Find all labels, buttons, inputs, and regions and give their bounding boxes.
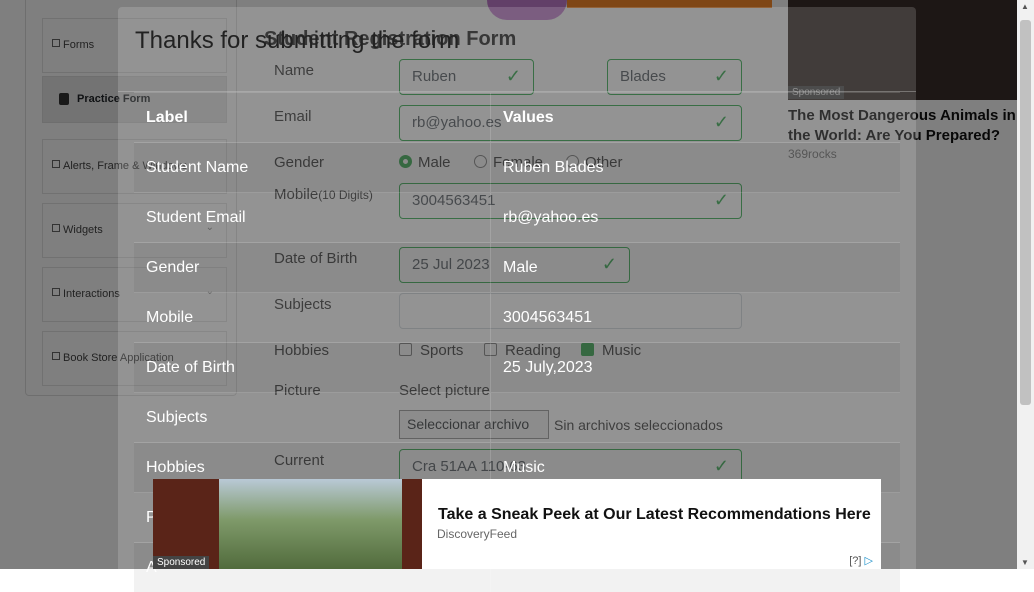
ad-bottom-banner[interactable]: Sponsored Take a Sneak Peek at Our Lates… xyxy=(153,479,881,569)
table-header-row: Label Values xyxy=(134,93,900,143)
row-label: Date of Birth xyxy=(134,343,491,393)
row-label: Subjects xyxy=(134,393,491,443)
column-header-values: Values xyxy=(491,93,901,143)
adchoices-icon[interactable]: [?] ▷ xyxy=(849,554,873,567)
page-scrollbar[interactable]: ▲ ▼ xyxy=(1017,0,1034,569)
scrollbar-thumb[interactable] xyxy=(1020,20,1031,405)
ad-bottom-source[interactable]: DiscoveryFeed xyxy=(437,527,517,541)
row-value: rb@yahoo.es xyxy=(491,193,901,243)
column-header-label: Label xyxy=(134,93,491,143)
row-value: Ruben Blades xyxy=(491,143,901,193)
modal-title: Thanks for submitting the form xyxy=(135,27,459,55)
adchoices-triangle-icon: ▷ xyxy=(865,555,873,567)
table-row: Gender Male xyxy=(134,243,900,293)
table-row: Student Email rb@yahoo.es xyxy=(134,193,900,243)
table-row: Subjects xyxy=(134,393,900,443)
row-label: Student Name xyxy=(134,143,491,193)
sponsored-badge: Sponsored xyxy=(153,556,209,569)
row-value xyxy=(491,393,901,443)
ad-bottom-headline[interactable]: Take a Sneak Peek at Our Latest Recommen… xyxy=(438,506,871,524)
scroll-up-icon[interactable]: ▲ xyxy=(1021,2,1029,11)
scroll-down-icon[interactable]: ▼ xyxy=(1021,558,1029,567)
table-row: Student Name Ruben Blades xyxy=(134,143,900,193)
row-value: Male xyxy=(491,243,901,293)
adchoices-label: [?] xyxy=(849,555,861,567)
modal-header: Thanks for submitting the form xyxy=(118,7,916,92)
table-row: Date of Birth 25 July,2023 xyxy=(134,343,900,393)
row-value: 3004563451 xyxy=(491,293,901,343)
ad-bottom-image[interactable]: Sponsored xyxy=(153,479,422,569)
row-value: 25 July,2023 xyxy=(491,343,901,393)
table-row: Mobile 3004563451 xyxy=(134,293,900,343)
row-label: Student Email xyxy=(134,193,491,243)
ad-image-door xyxy=(402,479,422,569)
row-label: Mobile xyxy=(134,293,491,343)
row-label: Gender xyxy=(134,243,491,293)
